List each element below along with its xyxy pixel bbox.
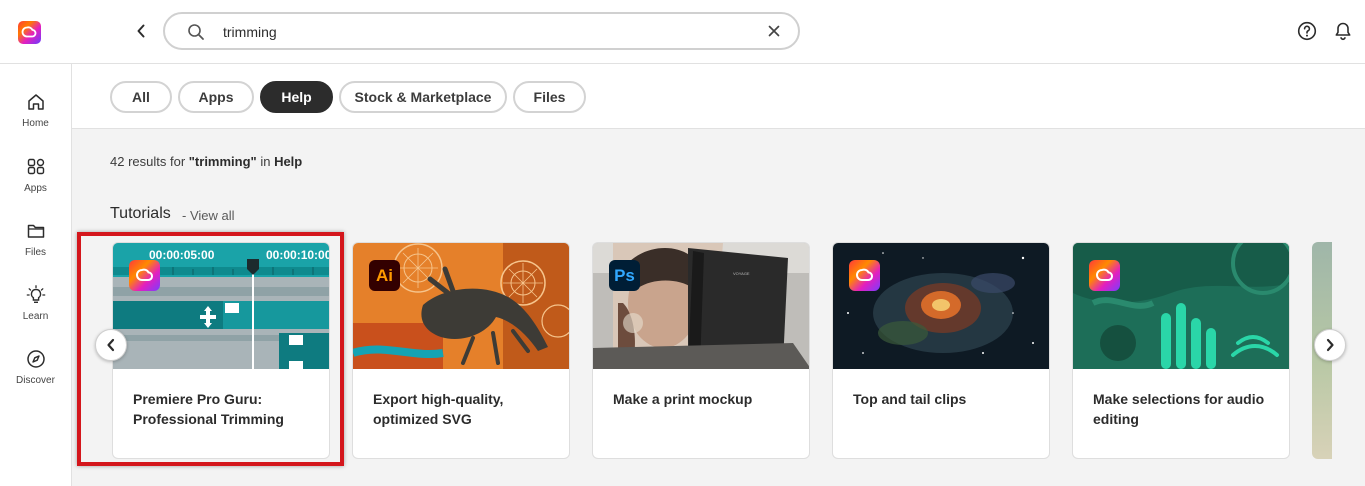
notifications-button[interactable]	[1334, 21, 1352, 46]
filter-chip-all[interactable]: All	[110, 81, 172, 113]
filter-chip-help[interactable]: Help	[260, 81, 333, 113]
chevron-right-icon	[1326, 338, 1334, 352]
tutorial-card[interactable]: VOYAGE Ps Make a print mockup	[592, 242, 810, 459]
tutorial-card[interactable]: Ai Export high-quality, optimized SVG	[352, 242, 570, 459]
carousel-prev-button[interactable]	[95, 329, 127, 361]
tutorial-card-title: Premiere Pro Guru: Professional Trimming	[133, 391, 284, 427]
compass-icon	[26, 350, 45, 368]
creative-cloud-badge-icon	[1089, 260, 1120, 291]
search-bar	[163, 12, 800, 50]
tutorial-card[interactable]: Top and tail clips	[832, 242, 1050, 459]
tutorial-card-title: Export high-quality, optimized SVG	[373, 391, 504, 427]
tutorial-card-title: Top and tail clips	[853, 391, 967, 407]
tutorial-card[interactable]: Make selections for audio editing	[1072, 242, 1290, 459]
help-button[interactable]	[1297, 21, 1317, 46]
sidebar: Home Apps Files Learn Discover	[0, 64, 72, 486]
chevron-left-icon	[137, 24, 145, 38]
sidebar-item-label: Home	[22, 118, 49, 129]
sidebar-item-files[interactable]: Files	[0, 221, 71, 258]
top-bar	[0, 0, 1365, 64]
illustrator-badge-icon: Ai	[369, 260, 400, 291]
bell-icon	[1335, 22, 1351, 41]
results-summary: 42 results for "trimming" in Help	[110, 154, 302, 169]
svg-text:VOYAGE: VOYAGE	[733, 271, 750, 276]
help-icon	[1297, 21, 1317, 41]
creative-cloud-badge-icon	[129, 260, 160, 291]
sidebar-item-learn[interactable]: Learn	[0, 285, 71, 322]
sidebar-item-label: Apps	[24, 183, 47, 194]
home-icon	[27, 94, 44, 110]
filter-chip-files[interactable]: Files	[513, 81, 586, 113]
search-input[interactable]	[221, 20, 745, 44]
creative-cloud-badge-icon	[849, 260, 880, 291]
sidebar-item-home[interactable]: Home	[0, 92, 71, 129]
results-query: "trimming"	[188, 154, 257, 169]
tutorials-heading: Tutorials	[110, 205, 171, 222]
sidebar-item-label: Files	[24, 247, 47, 258]
clear-search-icon[interactable]	[766, 23, 782, 39]
results-count: 42 results for	[110, 154, 189, 169]
photoshop-badge-icon: Ps	[609, 260, 640, 291]
filter-bar: All Apps Help Stock & Marketplace Files	[72, 64, 1365, 129]
sidebar-item-apps[interactable]: Apps	[0, 157, 71, 194]
filter-chip-apps[interactable]: Apps	[178, 81, 254, 113]
main-content: 42 results for "trimming" in Help Tutori…	[72, 129, 1365, 486]
apps-icon	[27, 158, 44, 175]
creative-cloud-logo[interactable]	[18, 21, 41, 44]
back-button[interactable]	[130, 20, 152, 42]
results-in: in	[256, 154, 275, 169]
search-icon	[188, 24, 204, 40]
sidebar-item-label: Learn	[22, 311, 49, 322]
chevron-left-icon	[107, 338, 115, 352]
folder-icon	[27, 224, 44, 238]
timecode-label: 00:00:10:00	[266, 248, 330, 262]
sidebar-item-label: Discover	[16, 375, 55, 386]
timecode-label: 00:00:05:00	[149, 248, 215, 262]
tutorial-card[interactable]: 00:00:05:00 00:00:10:00 Premiere Pro Gur…	[112, 242, 330, 459]
sidebar-item-discover[interactable]: Discover	[0, 349, 71, 386]
filter-chip-stock-marketplace[interactable]: Stock & Marketplace	[339, 81, 507, 113]
results-scope: Help	[274, 154, 303, 169]
carousel-next-button[interactable]	[1314, 329, 1346, 361]
lightbulb-icon	[26, 285, 45, 303]
view-all-link[interactable]: - View all	[182, 208, 235, 223]
tutorial-card-title: Make a print mockup	[613, 391, 753, 407]
tutorial-card-title: Make selections for audio editing	[1093, 391, 1265, 427]
